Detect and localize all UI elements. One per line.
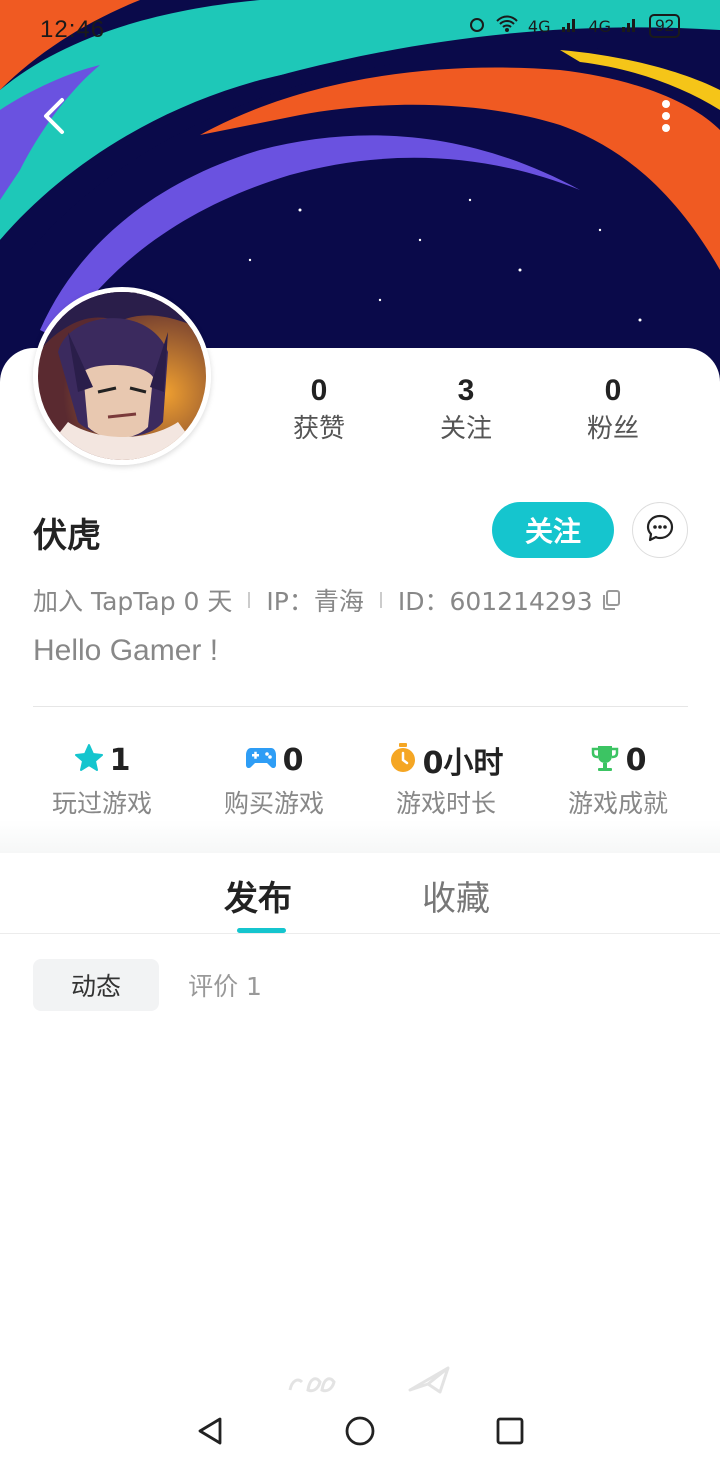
meta-separator: [248, 592, 251, 608]
stat-followers-value: 0: [604, 374, 622, 407]
message-button[interactable]: [632, 502, 688, 558]
square-recents-icon: [496, 1417, 524, 1449]
profile-meta: 加入 TapTap 0 天 IP：青海 ID：601214293: [33, 582, 621, 618]
stat-followers[interactable]: 0 粉丝: [553, 372, 673, 448]
signal-2-label: 4G: [588, 16, 612, 36]
played-games-value: 1: [109, 742, 131, 778]
alarm-icon: [468, 15, 486, 37]
achievements-value: 0: [625, 742, 647, 778]
joined-days: 加入 TapTap 0 天: [33, 587, 233, 616]
empty-state-illustration: [280, 1360, 460, 1399]
star-icon: [74, 743, 104, 777]
stat-following-label: 关注: [439, 414, 492, 444]
play-time-stat[interactable]: 0小时 游戏时长: [371, 740, 521, 820]
nav-back-button[interactable]: [190, 1413, 230, 1453]
more-options-button[interactable]: [640, 92, 692, 144]
stat-followers-label: 粉丝: [586, 414, 639, 444]
avatar[interactable]: [33, 287, 211, 465]
system-nav-bar: [0, 1395, 720, 1469]
played-games-label: 玩过游戏: [51, 789, 152, 818]
follow-button[interactable]: 关注: [492, 502, 614, 558]
achievements-stat[interactable]: 0 游戏成就: [543, 740, 693, 820]
gamepad-icon: [245, 745, 277, 775]
nav-recents-button[interactable]: [490, 1413, 530, 1453]
stat-following[interactable]: 3 关注: [406, 372, 526, 448]
signal-2-icon: [621, 15, 639, 37]
subtab-moments[interactable]: 动态: [33, 959, 159, 1011]
meta-separator: [379, 592, 382, 608]
achievements-label: 游戏成就: [567, 789, 668, 818]
username: 伏虎: [33, 516, 101, 556]
subtab-reviews[interactable]: 评价 1: [170, 959, 280, 1011]
signal-1-label: 4G: [527, 16, 551, 36]
play-time-label: 游戏时长: [395, 789, 496, 818]
triangle-back-icon: [196, 1416, 224, 1450]
more-vertical-icon: [661, 99, 671, 137]
tab-indicator: [237, 928, 286, 933]
wifi-icon: [496, 15, 518, 37]
stopwatch-icon: [389, 743, 417, 777]
played-games-stat[interactable]: 1 玩过游戏: [27, 740, 177, 820]
stat-likes-label: 获赞: [292, 414, 345, 444]
tab-favorites[interactable]: 收藏: [422, 871, 490, 920]
chevron-left-icon: [40, 96, 68, 140]
battery-indicator: 92: [649, 14, 680, 38]
ip-location: IP：青海: [266, 587, 364, 616]
nav-home-button[interactable]: [340, 1413, 380, 1453]
circle-home-icon: [344, 1415, 376, 1451]
content-tabs: 发布 收藏: [0, 853, 720, 934]
signal-1-icon: [561, 15, 579, 37]
purchased-games-value: 0: [282, 742, 304, 778]
status-time: 12:46: [40, 16, 106, 43]
divider: [33, 706, 688, 707]
stat-likes[interactable]: 0 获赞: [259, 372, 379, 448]
trophy-icon: [590, 744, 620, 776]
status-icons: 4G 4G 92: [468, 14, 680, 38]
copy-icon[interactable]: [601, 589, 621, 611]
bio: Hello Gamer !: [33, 634, 219, 667]
purchased-games-stat[interactable]: 0 购买游戏: [199, 740, 349, 820]
stat-likes-value: 0: [310, 374, 328, 407]
section-separator: [0, 820, 720, 853]
user-id: ID：601214293: [397, 587, 593, 616]
tab-publish[interactable]: 发布: [224, 871, 292, 920]
chat-bubble-icon: [645, 513, 675, 547]
stat-following-value: 3: [457, 374, 475, 407]
purchased-games-label: 购买游戏: [223, 789, 324, 818]
back-button[interactable]: [28, 92, 80, 144]
status-bar: 12:46 4G 4G 92: [0, 0, 720, 60]
play-time-value: 0小时: [422, 746, 504, 781]
